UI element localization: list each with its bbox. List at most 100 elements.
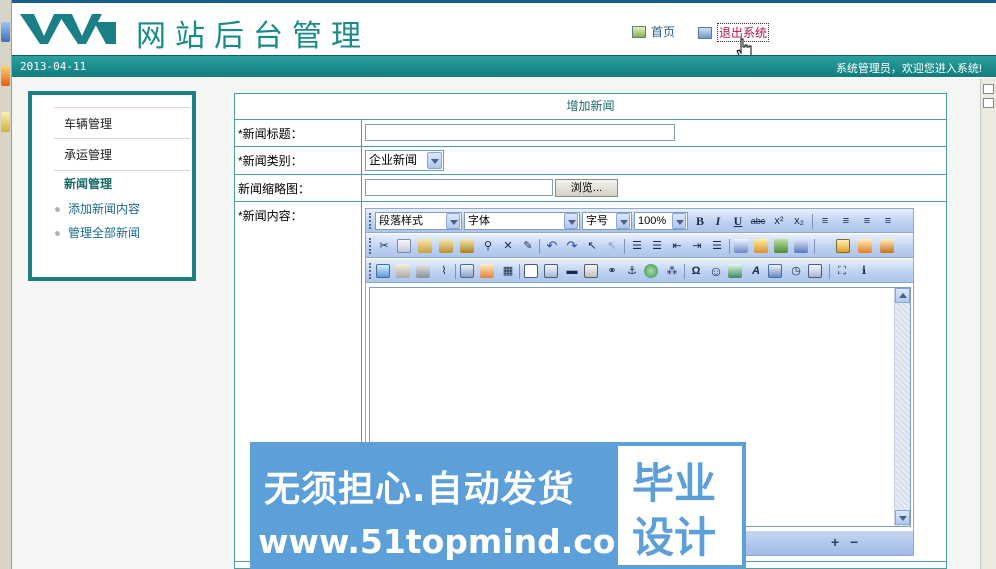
font-size-select[interactable]: 字号 <box>582 212 632 230</box>
scroll-up-icon[interactable] <box>895 288 910 303</box>
browse-button[interactable]: 浏览... <box>555 179 618 197</box>
news-category-select[interactable]: 企业新闻 <box>365 150 444 171</box>
shrink-icon[interactable]: − <box>850 535 864 549</box>
insert-frame-icon[interactable] <box>836 239 850 253</box>
align-right-icon[interactable]: ≡ <box>859 213 875 229</box>
outdent-icon[interactable]: ⇤ <box>669 238 685 254</box>
numbered-list-icon[interactable]: ☰ <box>629 238 645 254</box>
emoticon-icon[interactable]: ☺ <box>708 263 724 279</box>
title-label: *新闻标题： <box>238 127 303 141</box>
paste-icon[interactable] <box>418 239 432 253</box>
editor-toolbar-1: 段落样式 字体 字号 100% B I U abc x² x₂ ≡ ≡ ≡ ≡ <box>366 209 913 233</box>
special-char-icon[interactable]: Ω <box>688 263 704 279</box>
home-link[interactable]: 首页 <box>632 23 675 40</box>
insert-date-icon[interactable] <box>728 264 742 278</box>
sidebar-item-shipping[interactable]: 承运管理 <box>54 139 190 171</box>
globe-link-icon[interactable] <box>644 264 658 278</box>
form-textarea-icon[interactable] <box>544 264 558 278</box>
strikethrough-icon[interactable]: abc <box>750 213 766 229</box>
align-justify-icon[interactable]: ≡ <box>880 213 896 229</box>
unlink-icon[interactable]: ⁂ <box>664 263 680 279</box>
underline-icon[interactable]: U <box>730 213 746 229</box>
link-icon[interactable]: ⚭ <box>604 263 620 279</box>
paste-text-icon[interactable] <box>439 239 453 253</box>
form-heading: 增加新闻 <box>235 94 946 120</box>
chevron-down-icon[interactable] <box>564 213 578 229</box>
superscript-icon[interactable]: x² <box>771 213 787 229</box>
form-field-icon[interactable] <box>524 264 538 278</box>
redo-icon[interactable]: ↷ <box>564 238 580 254</box>
highlight-icon[interactable] <box>754 239 768 253</box>
insert-flash-icon[interactable] <box>396 264 410 278</box>
clear-format-icon[interactable]: ✎ <box>520 238 536 254</box>
horizontal-rule-icon[interactable]: ▬ <box>564 263 580 279</box>
sidebar-item-news[interactable]: 新闻管理 <box>54 171 190 197</box>
info-bar: 2013-04-11 系统管理员，欢迎您进入系统! <box>12 55 996 77</box>
chevron-down-icon[interactable] <box>672 213 686 229</box>
watermark-badge-line2: 设计 <box>632 513 717 562</box>
find-icon[interactable]: ⚲ <box>480 238 496 254</box>
form-button-icon[interactable] <box>584 264 598 278</box>
sidebar: 车辆管理 承运管理 新闻管理 添加新闻内容 管理全部新闻 <box>28 91 196 281</box>
watermark-banner: 无须担心.自动发货 www.51topmind.com 毕业 设计 <box>250 442 746 569</box>
thumbnail-file-input[interactable] <box>365 179 553 196</box>
page-scrollbar[interactable] <box>980 78 996 569</box>
format-brush-icon[interactable] <box>794 239 808 253</box>
editor-scrollbar[interactable] <box>894 288 910 526</box>
line-spacing-icon[interactable]: ☰ <box>709 238 725 254</box>
align-center-icon[interactable]: ≡ <box>838 213 854 229</box>
chevron-down-icon[interactable] <box>427 152 442 169</box>
fullscreen-icon[interactable]: ⛶ <box>834 263 850 279</box>
logout-link[interactable]: 退出系统 <box>698 23 770 42</box>
art-text-icon[interactable]: A <box>748 263 764 279</box>
enlarge-icon[interactable]: + <box>831 535 845 549</box>
toolbar-grip[interactable] <box>369 238 372 254</box>
page-properties-icon[interactable] <box>808 264 822 278</box>
scroll-thumb[interactable] <box>983 98 994 108</box>
app-shortcut-icon[interactable] <box>1 22 10 42</box>
attachment-icon[interactable]: ⌇ <box>436 263 452 279</box>
toolbar-grip[interactable] <box>369 263 372 279</box>
table-properties-icon[interactable] <box>480 264 494 278</box>
table-grid-icon[interactable]: ▦ <box>500 263 516 279</box>
news-title-input[interactable] <box>365 124 675 141</box>
insert-table-icon[interactable] <box>460 264 474 278</box>
bold-icon[interactable]: B <box>692 213 708 229</box>
subscript-icon[interactable]: x₂ <box>791 213 807 229</box>
insert-layer-icon[interactable] <box>858 239 872 253</box>
insert-media-icon[interactable] <box>416 264 430 278</box>
site-title: 网站后台管理 <box>136 19 370 54</box>
toolbar-grip[interactable] <box>369 213 372 229</box>
sidebar-subitem-add-news[interactable]: 添加新闻内容 <box>54 197 190 221</box>
sidebar-subitem-manage-news[interactable]: 管理全部新闻 <box>54 221 190 245</box>
scroll-down-icon[interactable] <box>895 510 910 525</box>
background-color-icon[interactable] <box>774 239 788 253</box>
indent-icon[interactable]: ⇥ <box>689 238 705 254</box>
insert-marquee-icon[interactable] <box>880 239 894 253</box>
app-shortcut-icon[interactable] <box>1 66 10 86</box>
app-shortcut-icon[interactable] <box>1 112 10 132</box>
chevron-down-icon[interactable] <box>446 213 460 229</box>
time-icon[interactable]: ◷ <box>788 263 804 279</box>
select-icon[interactable]: ↖ <box>584 238 600 254</box>
copy-icon[interactable] <box>397 239 411 253</box>
cut-icon[interactable]: ✂ <box>376 238 392 254</box>
about-info-icon[interactable]: ℹ <box>856 263 872 279</box>
insert-code-icon[interactable] <box>768 264 782 278</box>
scroll-up-arrow[interactable] <box>983 84 994 94</box>
font-select[interactable]: 字体 <box>464 212 580 230</box>
chevron-down-icon[interactable] <box>616 213 630 229</box>
delete-icon[interactable]: ✕ <box>500 238 516 254</box>
undo-icon[interactable]: ↶ <box>544 238 560 254</box>
anchor-icon[interactable]: ⚓ <box>624 263 640 279</box>
paragraph-style-select[interactable]: 段落样式 <box>375 212 462 230</box>
align-left-icon[interactable]: ≡ <box>817 213 833 229</box>
bullet-list-icon[interactable]: ☰ <box>649 238 665 254</box>
insert-image-icon[interactable] <box>376 264 390 278</box>
absolute-position-icon[interactable]: ↖ <box>604 238 620 254</box>
paste-word-icon[interactable] <box>460 239 474 253</box>
sidebar-item-vehicles[interactable]: 车辆管理 <box>54 107 190 139</box>
italic-icon[interactable]: I <box>710 213 726 229</box>
text-color-icon[interactable] <box>734 239 748 253</box>
zoom-select[interactable]: 100% <box>634 212 688 230</box>
